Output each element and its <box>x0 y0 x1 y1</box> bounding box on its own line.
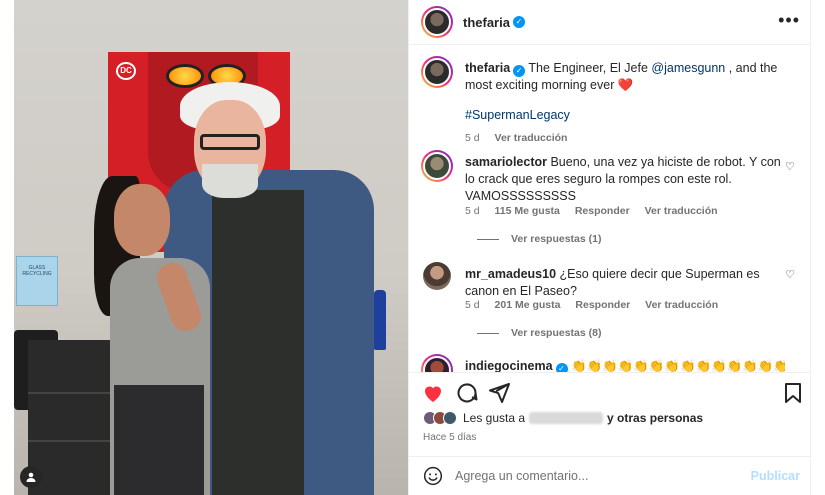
caption-text: thefaria ✓ The Engineer, El Jefe @jamesgu… <box>465 60 785 124</box>
view-replies-label: Ver respuestas (8) <box>511 327 602 339</box>
caption-meta: 5 d Ver traducción <box>465 132 579 144</box>
caption: thefaria ✓ The Engineer, El Jefe @jamesgu… <box>421 56 801 146</box>
caption-username[interactable]: thefaria <box>465 61 510 75</box>
comment-likes[interactable]: 201 Me gusta <box>495 299 561 311</box>
action-bar <box>409 372 812 410</box>
author-avatar[interactable] <box>421 6 453 38</box>
view-replies-button[interactable]: Ver respuestas (8) <box>477 327 601 339</box>
replies-divider <box>477 332 499 334</box>
water-bottle <box>374 290 386 350</box>
likes-prefix: Les gusta a <box>463 411 526 425</box>
man-beard <box>202 164 258 198</box>
comment-input[interactable] <box>455 469 735 483</box>
comment-reply-button[interactable]: Responder <box>575 205 630 217</box>
man-glasses <box>200 134 260 150</box>
comment-item: mr_amadeus10 ¿Eso quiere decir que Super… <box>421 262 801 352</box>
blurred-username <box>529 412 604 424</box>
comment-age[interactable]: 5 d <box>465 205 480 217</box>
emoji-icon[interactable] <box>423 466 443 486</box>
right-margin <box>811 0 825 495</box>
like-heart-icon[interactable] <box>421 381 445 405</box>
woman-leggings <box>114 385 204 495</box>
verified-badge-icon: ✓ <box>555 363 568 372</box>
commenter-avatar[interactable] <box>423 262 451 290</box>
comment-text: indiegocinema✓ 👏👏👏👏👏👏👏👏👏👏👏👏👏👏👏👏👏👏👏 <box>465 358 785 372</box>
comment-text: samariolector Bueno, una vez ya hiciste … <box>465 154 785 205</box>
poster-glasses-left <box>166 64 204 88</box>
comment-text: mr_amadeus10 ¿Eso quiere decir que Super… <box>465 266 785 300</box>
comment-age[interactable]: 5 d <box>465 299 480 311</box>
tagged-user-icon[interactable] <box>20 466 42 488</box>
verified-badge-icon: ✓ <box>512 16 525 28</box>
comment-translate[interactable]: Ver traducción <box>645 205 718 217</box>
share-send-icon[interactable] <box>487 381 511 405</box>
comment-username[interactable]: samariolector <box>465 155 547 169</box>
comment-composer: Publicar <box>409 456 812 495</box>
comment-like-heart-icon[interactable]: ♡ <box>785 268 797 281</box>
man-shirt <box>212 190 304 495</box>
caption-translate[interactable]: Ver traducción <box>495 132 568 144</box>
author-username[interactable]: thefaria <box>463 15 510 30</box>
comment-meta: 5 d 115 Me gusta Responder Ver traducció… <box>465 205 730 217</box>
recycling-sign: GLASS RECYCLING <box>16 256 58 306</box>
caption-avatar[interactable] <box>421 56 453 88</box>
commenter-avatar[interactable] <box>421 150 453 182</box>
verified-badge-icon: ✓ <box>513 65 526 77</box>
likes-summary[interactable]: Les gusta a y otras personas <box>423 411 703 425</box>
post-photo[interactable]: DC GLASS RECYCLING <box>14 0 408 495</box>
comment-username[interactable]: mr_amadeus10 <box>465 267 556 281</box>
comment-item: indiegocinema✓ 👏👏👏👏👏👏👏👏👏👏👏👏👏👏👏👏👏👏👏 <box>421 354 801 372</box>
caption-hashtag[interactable]: #SupermanLegacy <box>465 108 570 122</box>
caption-mention[interactable]: @jamesgunn <box>651 61 725 75</box>
view-replies-label: Ver respuestas (1) <box>511 233 602 245</box>
comment-username[interactable]: indiegocinema <box>465 359 553 372</box>
post-timestamp[interactable]: Hace 5 días <box>423 432 476 443</box>
comment-reply-button[interactable]: Responder <box>575 299 630 311</box>
comments-list[interactable]: thefaria ✓ The Engineer, El Jefe @jamesgu… <box>409 46 812 372</box>
post-panel: thefaria ✓ ••• thefaria ✓ The Engineer, E… <box>408 0 812 495</box>
commenter-avatar[interactable] <box>421 354 453 372</box>
likes-suffix[interactable]: y otras personas <box>607 411 703 425</box>
comment-likes[interactable]: 115 Me gusta <box>495 205 560 217</box>
dc-logo: DC <box>116 62 136 80</box>
comment-like-heart-icon[interactable]: ♡ <box>785 160 797 173</box>
comment-translate[interactable]: Ver traducción <box>645 299 718 311</box>
woman-head <box>114 184 170 256</box>
post-header: thefaria ✓ ••• <box>409 0 812 45</box>
more-horizontal-icon[interactable]: ••• <box>778 10 800 31</box>
caption-text-before: The Engineer, El Jefe <box>528 61 652 75</box>
view-replies-button[interactable]: Ver respuestas (1) <box>477 233 601 245</box>
replies-divider <box>477 238 499 240</box>
comment-bubble-icon[interactable] <box>455 381 479 405</box>
bookmark-icon[interactable] <box>781 381 805 405</box>
comment-meta: 5 d 201 Me gusta Responder Ver traducció… <box>465 299 730 311</box>
comment-body: 👏👏👏👏👏👏👏👏👏👏👏👏👏👏👏👏👏👏👏 <box>571 359 785 372</box>
publish-button[interactable]: Publicar <box>751 469 800 483</box>
caption-age[interactable]: 5 d <box>465 132 480 144</box>
liker-avatar <box>443 411 457 425</box>
comment-item: samariolector Bueno, una vez ya hiciste … <box>421 150 801 250</box>
